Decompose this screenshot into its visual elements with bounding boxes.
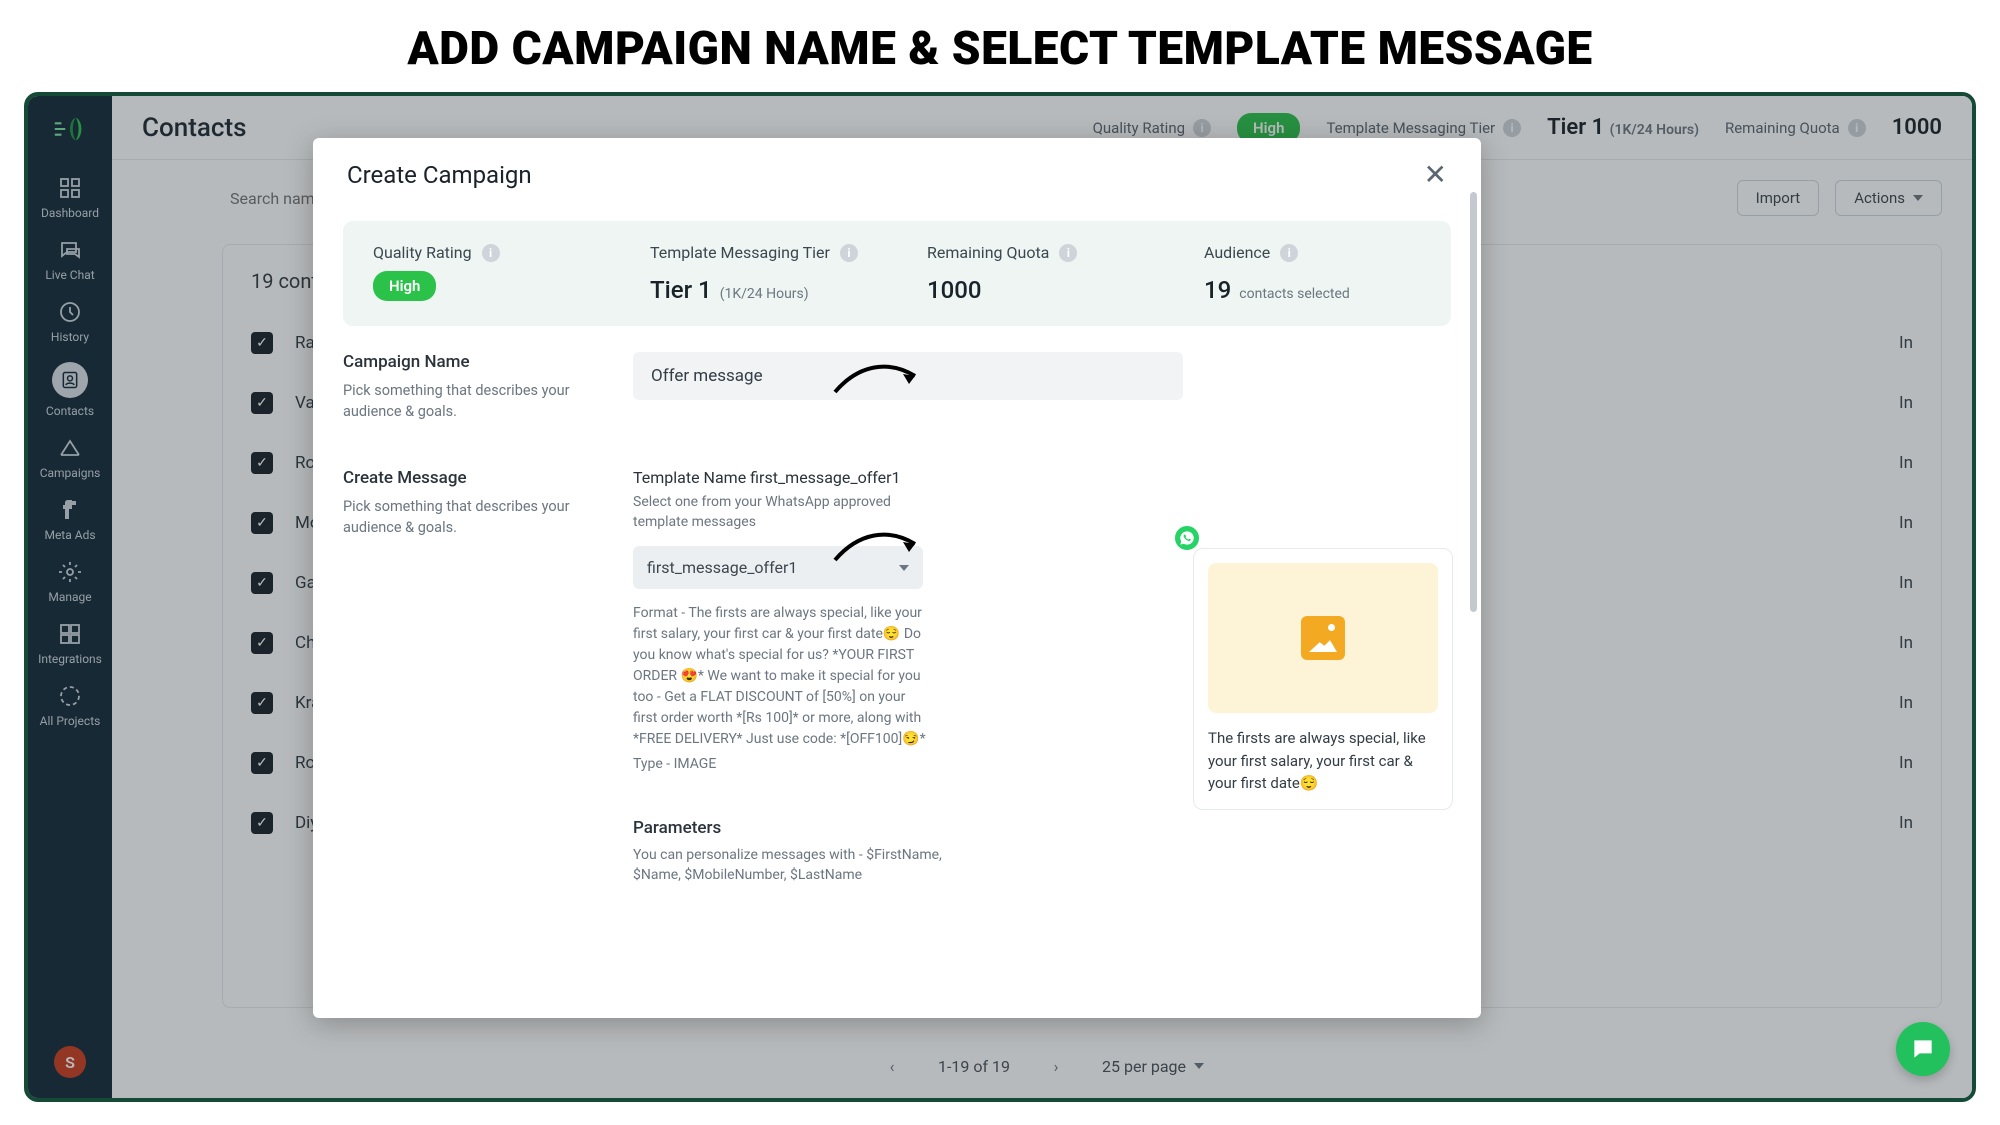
info-quality-badge: High <box>373 271 436 301</box>
create-campaign-modal: Create Campaign ✕ Quality Rating i High T… <box>313 138 1481 1018</box>
campaign-name-label: Campaign Name <box>343 352 633 372</box>
parameters-label: Parameters <box>633 818 963 838</box>
info-tier-value: Tier 1 <box>650 276 712 304</box>
message-preview: The firsts are always special, like your… <box>1193 548 1453 810</box>
modal-title: Create Campaign <box>347 161 532 189</box>
info-audience-sub: contacts selected <box>1239 286 1350 302</box>
image-icon <box>1301 616 1345 660</box>
info-quota-label: Remaining Quota <box>927 243 1049 262</box>
info-quality-label: Quality Rating <box>373 243 472 262</box>
info-tier-sub: (1K/24 Hours) <box>720 286 809 302</box>
preview-image-placeholder <box>1208 563 1438 713</box>
template-select-value: first_message_offer1 <box>647 558 797 577</box>
template-format-text: Format - The firsts are always special, … <box>633 603 933 750</box>
info-icon: i <box>840 244 858 262</box>
info-quota-value: 1000 <box>927 276 1144 304</box>
info-icon: i <box>1059 244 1077 262</box>
template-name-label: Template Name first_message_offer1 <box>633 468 963 487</box>
create-message-label: Create Message <box>343 468 633 488</box>
info-icon: i <box>482 244 500 262</box>
create-message-help: Pick something that describes your audie… <box>343 496 603 538</box>
campaign-name-input[interactable] <box>633 352 1183 400</box>
campaign-name-help: Pick something that describes your audie… <box>343 380 603 422</box>
parameters-help: You can personalize messages with - $Fir… <box>633 846 953 885</box>
whatsapp-icon <box>1172 523 1202 553</box>
close-button[interactable]: ✕ <box>1424 158 1447 191</box>
page-banner: ADD CAMPAIGN NAME & SELECT TEMPLATE MESS… <box>0 0 2000 92</box>
template-select[interactable]: first_message_offer1 <box>633 546 923 589</box>
info-strip: Quality Rating i High Template Messaging … <box>343 221 1451 326</box>
info-audience-value: 19 <box>1204 276 1231 304</box>
info-icon: i <box>1280 244 1298 262</box>
app-frame: Dashboard Live Chat History Contacts Cam… <box>24 92 1976 1102</box>
preview-text: The firsts are always special, like your… <box>1208 727 1438 795</box>
template-type-text: Type - IMAGE <box>633 756 963 772</box>
chevron-down-icon <box>899 565 909 571</box>
template-name-help: Select one from your WhatsApp approved t… <box>633 493 923 532</box>
info-tier-label: Template Messaging Tier <box>650 243 830 262</box>
info-audience-label: Audience <box>1204 243 1270 262</box>
chat-support-button[interactable] <box>1896 1022 1950 1076</box>
